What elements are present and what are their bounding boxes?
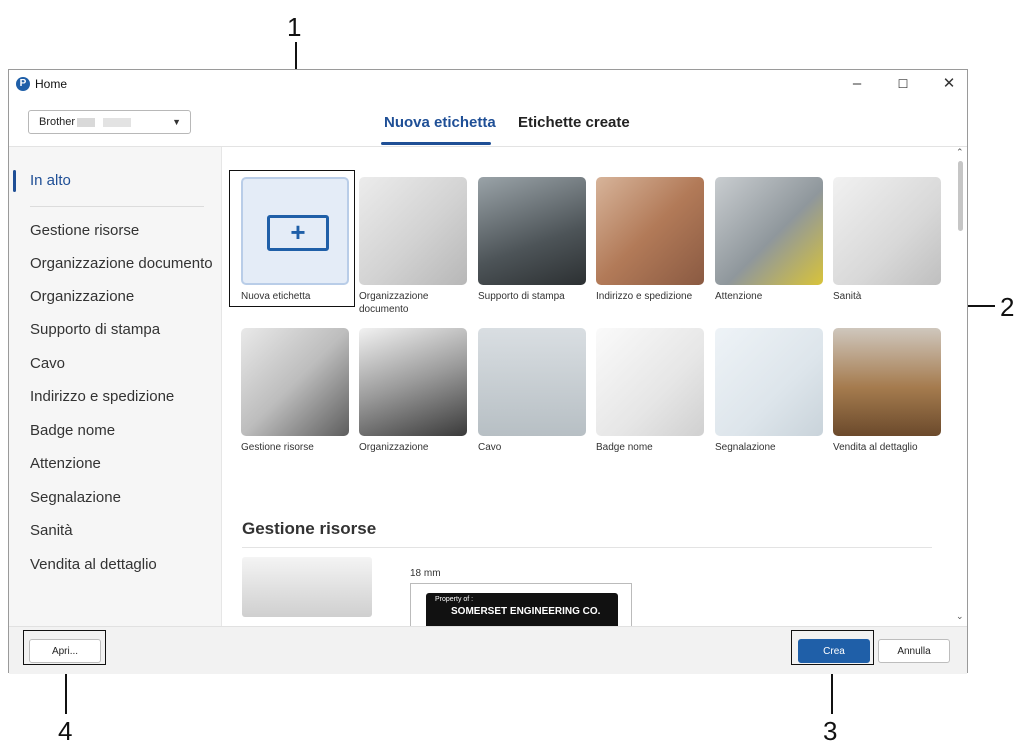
label-line-1: Property of :: [435, 596, 474, 603]
template-preview-image[interactable]: [242, 557, 372, 617]
tile-sanita[interactable]: Sanità: [833, 177, 941, 303]
tile-label: Organizzazione: [359, 442, 429, 453]
vertical-scrollbar[interactable]: ⌃ ⌄: [955, 147, 967, 626]
tile-cavo[interactable]: Cavo: [478, 328, 586, 454]
thumbnail-image: [833, 328, 941, 436]
sidebar: In alto Gestione risorse Organizzazione …: [9, 147, 222, 626]
tile-label: Gestione risorse: [241, 442, 314, 453]
sidebar-item-supporto-di-stampa[interactable]: Supporto di stampa: [30, 321, 160, 338]
tile-organizzazione[interactable]: Organizzazione: [359, 328, 467, 454]
tile-label: Vendita al dettaglio: [833, 442, 918, 453]
label-preview: Property of : SOMERSET ENGINEERING CO.: [426, 593, 618, 626]
section-divider: [242, 547, 932, 548]
thumbnail-image: [359, 177, 467, 285]
tab-nuova-etichetta[interactable]: Nuova etichetta: [384, 114, 496, 131]
callout-2: 2: [1000, 292, 1015, 322]
template-size: 18 mm: [410, 568, 441, 579]
sidebar-item-gestione-risorse[interactable]: Gestione risorse: [30, 222, 139, 239]
tile-supporto-di-stampa[interactable]: Supporto di stampa: [478, 177, 586, 303]
sidebar-item-segnalazione[interactable]: Segnalazione: [30, 489, 121, 506]
tile-indirizzo-e-spedizione[interactable]: Indirizzo e spedizione: [596, 177, 704, 303]
sidebar-item-sanita[interactable]: Sanità: [30, 522, 73, 539]
tile-label: Badge nome: [596, 442, 653, 453]
callout-4-box: [23, 630, 106, 665]
thumbnail-image: [715, 328, 823, 436]
close-icon[interactable]: ✕: [935, 74, 963, 94]
thumbnail-image: [359, 328, 467, 436]
sidebar-item-indirizzo-e-spedizione[interactable]: Indirizzo e spedizione: [30, 388, 174, 405]
app-logo-icon: P: [16, 77, 30, 91]
thumbnail-image: [478, 328, 586, 436]
title-bar: P Home – ☐ ✕: [9, 70, 967, 98]
template-preview-card[interactable]: Property of : SOMERSET ENGINEERING CO.: [410, 583, 632, 626]
tile-label: Organizzazione documento: [359, 291, 429, 315]
cancel-button[interactable]: Annulla: [878, 639, 950, 663]
tile-label: Cavo: [478, 442, 502, 453]
label-line-2: SOMERSET ENGINEERING CO.: [451, 606, 601, 617]
window-title: Home: [35, 77, 68, 91]
thumbnail-image: [715, 177, 823, 285]
tile-label: Segnalazione: [715, 442, 776, 453]
minimize-icon[interactable]: –: [843, 74, 871, 94]
section-title: Gestione risorse: [242, 519, 377, 538]
tile-gestione-risorse[interactable]: Gestione risorse: [241, 328, 349, 454]
callout-3-box: [791, 630, 874, 665]
sidebar-divider: [30, 206, 204, 207]
maximize-icon[interactable]: ☐: [889, 74, 917, 94]
thumbnail-image: [596, 177, 704, 285]
sidebar-item-badge-nome[interactable]: Badge nome: [30, 422, 115, 439]
chevron-down-icon: ▼: [172, 117, 181, 127]
sidebar-item-attenzione[interactable]: Attenzione: [30, 455, 101, 472]
tile-label: Indirizzo e spedizione: [596, 291, 693, 302]
tile-label: Attenzione: [715, 291, 763, 302]
scroll-thumb[interactable]: [958, 161, 963, 231]
tile-label: Sanità: [833, 291, 862, 302]
callout-1-box: [229, 170, 355, 307]
sidebar-item-cavo[interactable]: Cavo: [30, 355, 65, 372]
thumbnail-image: [833, 177, 941, 285]
printer-model-redacted: [77, 117, 96, 127]
thumbnail-image: [596, 328, 704, 436]
printer-label: Brother: [39, 116, 76, 128]
tile-badge-nome[interactable]: Badge nome: [596, 328, 704, 454]
thumbnail-image: [478, 177, 586, 285]
sidebar-item-in-alto[interactable]: In alto: [30, 172, 71, 189]
tile-organizzazione-documento[interactable]: Organizzazione documento: [359, 177, 467, 316]
sidebar-item-organizzazione-documento[interactable]: Organizzazione documento: [30, 255, 213, 272]
sidebar-active-indicator: [13, 170, 16, 192]
scroll-up-icon[interactable]: ⌃: [956, 147, 964, 158]
printer-select[interactable]: Brother ▼: [28, 110, 191, 134]
sidebar-item-vendita-al-dettaglio[interactable]: Vendita al dettaglio: [30, 556, 157, 573]
active-tab-indicator: [381, 142, 491, 145]
tile-label: Supporto di stampa: [478, 291, 565, 302]
callout-1: 1: [287, 12, 302, 42]
tile-vendita-al-dettaglio[interactable]: Vendita al dettaglio: [833, 328, 941, 454]
printer-model-redacted-2: [103, 117, 132, 127]
tile-segnalazione[interactable]: Segnalazione: [715, 328, 823, 454]
callout-4: 4: [58, 716, 73, 746]
tile-attenzione[interactable]: Attenzione: [715, 177, 823, 303]
scroll-down-icon[interactable]: ⌄: [956, 611, 964, 622]
sidebar-item-organizzazione[interactable]: Organizzazione: [30, 288, 134, 305]
callout-3: 3: [823, 716, 838, 746]
thumbnail-image: [241, 328, 349, 436]
tab-etichette-create[interactable]: Etichette create: [518, 114, 630, 131]
app-window: P Home – ☐ ✕ Brother ▼ Nuova etichetta E…: [8, 69, 968, 674]
